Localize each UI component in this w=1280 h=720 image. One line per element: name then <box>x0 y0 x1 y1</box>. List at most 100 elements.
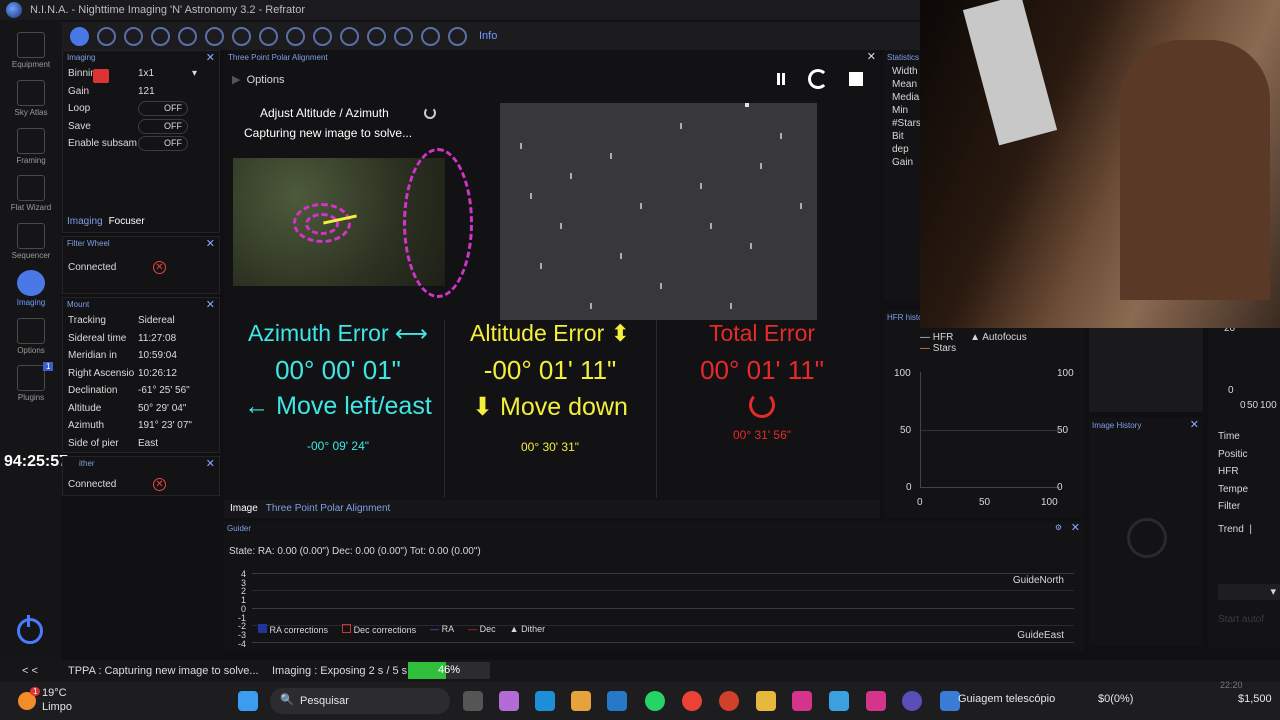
capture-button[interactable] <box>93 69 109 83</box>
overlay-timer: 94:25:57 <box>4 453 69 470</box>
bulb-tool-icon[interactable] <box>421 26 440 46</box>
chevron-down-icon[interactable]: ▾ <box>192 68 197 79</box>
tab-image[interactable]: Image <box>230 503 258 515</box>
options-expander[interactable]: ▶ Options <box>232 73 285 86</box>
rotator-tool-icon[interactable] <box>178 26 197 46</box>
app-icon[interactable] <box>607 691 627 711</box>
taskbar-clock: 22:20 <box>1220 680 1243 690</box>
right-details-strip: 20 0 0 50 100 Time Positic HFR Tempe Fil… <box>1208 323 1280 648</box>
tab-tppa[interactable]: Three Point Polar Alignment <box>266 503 391 515</box>
refresh-icon[interactable] <box>808 69 828 89</box>
trend-select[interactable]: ▾ <box>1218 584 1280 600</box>
chrome-icon[interactable] <box>682 691 702 711</box>
sliders-tool-icon[interactable] <box>286 26 305 46</box>
app-icon[interactable] <box>940 691 960 711</box>
nav-flat-wizard[interactable]: Flat Wizard <box>0 175 62 212</box>
loading-spinner-icon <box>749 392 775 418</box>
telescope-tube <box>962 0 1058 146</box>
statistics-panel: Statistics Width Mean Media Min #Stars B… <box>884 50 921 300</box>
ticker-price: $0(0%) <box>1098 693 1134 705</box>
camera-tool-icon[interactable] <box>70 26 89 46</box>
telescope-tool-icon[interactable] <box>205 26 224 46</box>
tab-focuser[interactable]: Focuser <box>109 216 145 227</box>
close-icon[interactable]: ✕ <box>1071 521 1080 534</box>
detail-labels: Time Positic HFR Tempe Filter <box>1218 431 1249 512</box>
weather-panel: ither ✕ Connected ✕ <box>62 456 220 496</box>
filter-wheel-panel: Filter Wheel ✕ Connected ✕ <box>62 236 220 294</box>
guider-tool-icon[interactable] <box>313 26 332 46</box>
store-icon[interactable] <box>571 691 591 711</box>
nina-taskbar-icon[interactable] <box>902 691 922 711</box>
tppa-panel: Three Point Polar Alignment ✕ ▶ Options A… <box>224 50 880 518</box>
app-icon[interactable] <box>792 691 812 711</box>
azimuth-error-title: Azimuth Error ⟷ <box>248 320 428 346</box>
nav-imaging[interactable]: Imaging <box>0 270 62 307</box>
info-tab[interactable]: Info <box>479 30 497 42</box>
close-icon[interactable]: ✕ <box>206 237 215 250</box>
subsample-toggle[interactable]: OFF <box>138 136 188 152</box>
close-icon[interactable]: ✕ <box>206 51 215 64</box>
power-icon[interactable] <box>17 615 43 644</box>
graph-tool-icon[interactable] <box>394 26 413 46</box>
nav-sequencer[interactable]: Sequencer <box>0 223 62 260</box>
dome-tool-icon[interactable] <box>340 26 359 46</box>
start-autofocus-button[interactable]: Start autof <box>1218 614 1264 625</box>
close-icon[interactable]: ✕ <box>206 457 215 470</box>
ticker-price-2: $1,500 <box>1238 693 1272 705</box>
copilot-icon[interactable] <box>499 691 519 711</box>
save-row: Save OFF <box>63 118 219 136</box>
pause-button[interactable] <box>772 71 792 87</box>
close-icon[interactable]: ✕ <box>206 298 215 311</box>
histogram-tool-icon[interactable] <box>367 26 386 46</box>
list-tool-icon[interactable] <box>259 26 278 46</box>
focuser-tool-icon[interactable] <box>124 26 143 46</box>
filter-wheel-status: Connected <box>68 262 117 274</box>
filter-wheel-tool-icon[interactable] <box>97 26 116 46</box>
target-tool-icon[interactable] <box>232 26 251 46</box>
windows-start-icon[interactable] <box>238 691 258 711</box>
binning-row: Binning 1x1 ▾ <box>68 68 197 80</box>
target-ring-inner <box>305 213 339 235</box>
hfr-plot-area <box>920 372 1061 488</box>
close-icon[interactable]: ✕ <box>867 50 876 63</box>
active-app-label[interactable]: Guiagem telescópio <box>958 693 1055 705</box>
search-icon: 🔍 <box>280 694 294 706</box>
app-icon[interactable] <box>866 691 886 711</box>
weather-condition[interactable]: Limpo <box>42 701 72 713</box>
explorer-icon[interactable] <box>756 691 776 711</box>
settings-icon[interactable]: ⚙ <box>1055 523 1062 532</box>
windows-taskbar: 1 19°C Limpo 🔍 Pesquisar Guiagem telescó… <box>0 680 1280 720</box>
nav-options[interactable]: Options <box>0 318 62 355</box>
save-toggle[interactable]: OFF <box>138 118 188 134</box>
opera-icon[interactable] <box>719 691 739 711</box>
binning-select[interactable]: 1x1 <box>138 68 192 79</box>
guider-legend: RA corrections Dec corrections — RA — De… <box>258 624 545 635</box>
sky-atlas-icon <box>17 80 45 106</box>
loop-toggle[interactable]: OFF <box>138 101 188 117</box>
collapse-button[interactable]: < < <box>22 665 38 677</box>
gain-field[interactable]: 121 <box>138 86 219 97</box>
shield-tool-icon[interactable] <box>448 26 467 46</box>
nav-framing[interactable]: Framing <box>0 128 62 165</box>
tppa-title: Three Point Polar Alignment <box>228 53 328 62</box>
task-view-icon[interactable] <box>463 691 483 711</box>
disconnected-icon[interactable]: ✕ <box>153 261 166 275</box>
frame-tool-icon[interactable] <box>151 26 170 46</box>
nav-sky-atlas[interactable]: Sky Atlas <box>0 80 62 117</box>
app-icon[interactable] <box>829 691 849 711</box>
altitude-error-title: Altitude Error ⬍ <box>470 320 630 346</box>
framing-icon <box>17 128 45 154</box>
stop-button[interactable] <box>849 72 863 86</box>
progress-label: 46% <box>437 664 461 676</box>
taskbar-search[interactable]: 🔍 Pesquisar <box>270 688 450 714</box>
edge-icon[interactable] <box>535 691 555 711</box>
azimuth-error-value: 00° 00' 01" <box>275 355 401 385</box>
azimuth-error-block: Azimuth Error ⟷ 00° 00' 01" ← Move left/… <box>232 320 444 453</box>
tab-imaging[interactable]: Imaging <box>67 216 103 227</box>
step-label: Adjust Altitude / Azimuth <box>260 106 389 120</box>
disconnected-icon[interactable]: ✕ <box>153 478 166 492</box>
nav-equipment[interactable]: Equipment <box>0 32 62 69</box>
weather-temp[interactable]: 19°C <box>42 687 67 699</box>
close-icon[interactable]: ✕ <box>1190 418 1199 431</box>
whatsapp-icon[interactable] <box>645 691 665 711</box>
